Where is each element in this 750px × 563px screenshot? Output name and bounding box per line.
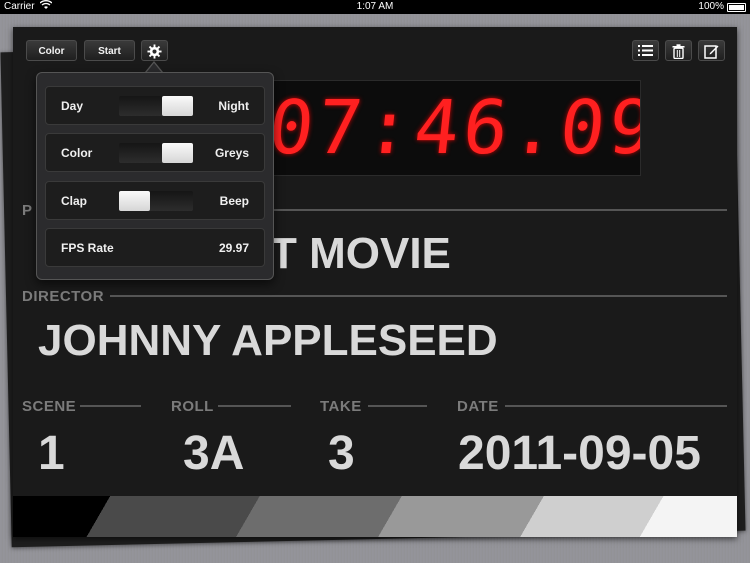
delete-button[interactable] bbox=[665, 40, 692, 61]
clock: 1:07 AM bbox=[356, 1, 394, 12]
color-greys-row: Color Greys bbox=[45, 133, 265, 172]
take-rule bbox=[368, 405, 427, 407]
director-value[interactable]: JOHNNY APPLESEED bbox=[38, 317, 498, 365]
date-label: DATE bbox=[457, 398, 499, 415]
timecode-display: 07:46.09 bbox=[260, 80, 641, 176]
night-label: Night bbox=[218, 99, 249, 113]
edit-button[interactable] bbox=[698, 40, 725, 61]
roll-value[interactable]: 3A bbox=[183, 430, 244, 478]
date-rule bbox=[505, 405, 727, 407]
scene-value[interactable]: 1 bbox=[38, 430, 65, 478]
day-night-row: Day Night bbox=[45, 86, 265, 125]
fps-value: 29.97 bbox=[218, 241, 249, 255]
timecode-value: 07:46.09 bbox=[264, 85, 641, 171]
day-label: Day bbox=[61, 99, 84, 113]
popover-arrow bbox=[145, 61, 163, 73]
color-button[interactable]: Color bbox=[26, 40, 77, 61]
production-label: P bbox=[22, 202, 33, 219]
fps-label: FPS Rate bbox=[61, 241, 114, 255]
greys-label: Greys bbox=[214, 146, 249, 160]
color-greys-switch[interactable] bbox=[119, 143, 193, 163]
beep-label: Beep bbox=[219, 194, 249, 208]
battery-percent: 100% bbox=[698, 1, 724, 12]
take-label: TAKE bbox=[320, 398, 362, 415]
roll-rule bbox=[218, 405, 291, 407]
switch-knob[interactable] bbox=[162, 143, 193, 163]
settings-popover: Day Night Color Greys Clap Beep FPS Rate… bbox=[36, 72, 274, 280]
clap-label: Clap bbox=[61, 194, 88, 208]
edit-icon bbox=[704, 45, 719, 59]
date-value[interactable]: 2011-09-05 bbox=[458, 430, 701, 478]
switch-knob[interactable] bbox=[119, 191, 150, 211]
list-icon bbox=[638, 45, 653, 56]
clapper-stripes bbox=[13, 496, 737, 537]
gear-icon bbox=[147, 44, 162, 59]
director-label: DIRECTOR bbox=[22, 288, 105, 305]
battery-icon bbox=[727, 3, 746, 12]
settings-button[interactable] bbox=[141, 40, 168, 61]
scene-label: SCENE bbox=[22, 398, 77, 415]
roll-label: ROLL bbox=[171, 398, 214, 415]
production-value[interactable]: T MOVIE bbox=[270, 230, 451, 278]
director-rule bbox=[110, 295, 727, 297]
day-night-switch[interactable] bbox=[119, 96, 193, 116]
take-value[interactable]: 3 bbox=[328, 430, 355, 478]
scene-rule bbox=[80, 405, 141, 407]
clap-beep-row: Clap Beep bbox=[45, 181, 265, 220]
fps-rate-row[interactable]: FPS Rate 29.97 bbox=[45, 228, 265, 267]
switch-knob[interactable] bbox=[162, 96, 193, 116]
trash-icon bbox=[672, 44, 685, 60]
status-bar: Carrier 1:07 AM 100% bbox=[0, 0, 750, 14]
clap-beep-switch[interactable] bbox=[119, 191, 193, 211]
color-label: Color bbox=[61, 146, 93, 160]
list-button[interactable] bbox=[632, 40, 659, 61]
start-button[interactable]: Start bbox=[84, 40, 135, 61]
